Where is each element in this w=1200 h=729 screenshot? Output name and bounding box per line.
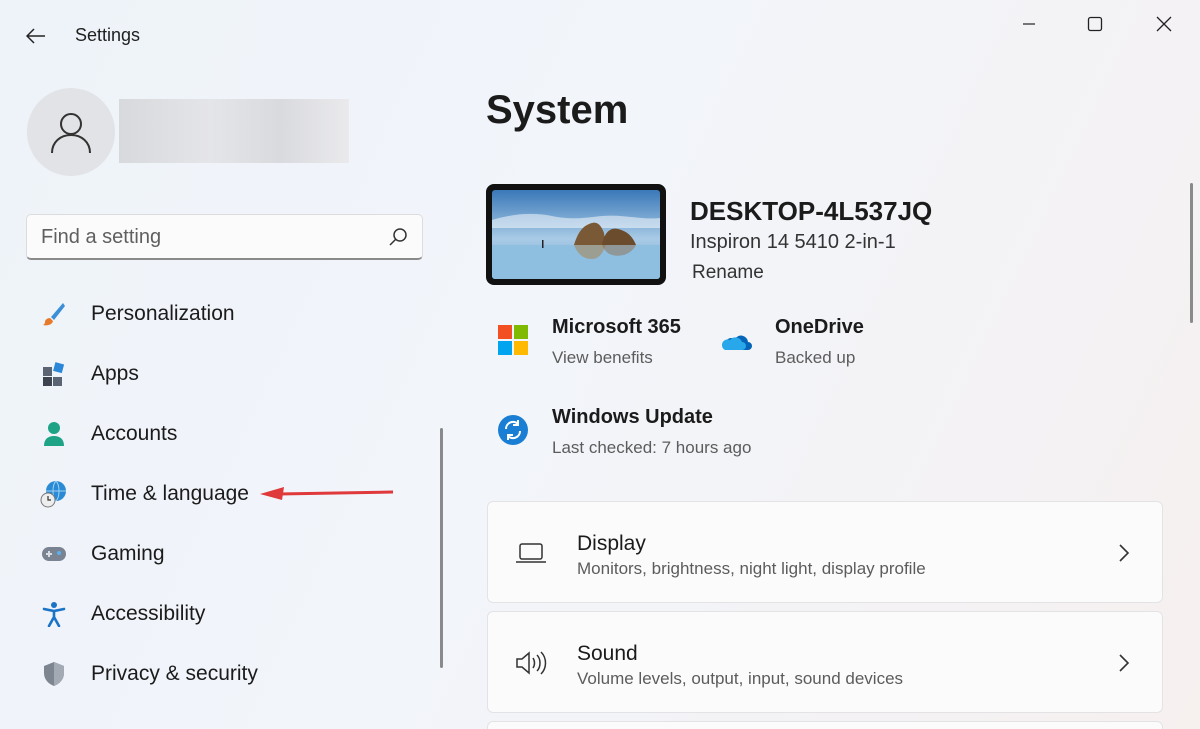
- sidebar-item-label: Accessibility: [91, 602, 206, 625]
- sidebar-item-apps[interactable]: Apps: [30, 348, 430, 400]
- windows-update-tile[interactable]: Windows Update Last checked: 7 hours ago: [496, 400, 796, 460]
- device-name: DESKTOP-4L537JQ: [690, 196, 933, 226]
- sidebar-item-label: Personalization: [91, 302, 235, 325]
- onedrive-tile[interactable]: OneDrive Backed up: [718, 310, 918, 370]
- sidebar-item-accessibility[interactable]: Accessibility: [30, 588, 430, 640]
- sidebar-item-privacy-security[interactable]: Privacy & security: [30, 648, 430, 700]
- card-title: Sound: [577, 642, 638, 665]
- rename-link[interactable]: Rename: [692, 262, 764, 284]
- sidebar-item-label: Accounts: [91, 422, 178, 445]
- sidebar-item-label: Gaming: [91, 542, 165, 565]
- card-subtitle: Volume levels, output, input, sound devi…: [577, 669, 904, 688]
- sidebar-item-personalization[interactable]: Personalization: [30, 288, 430, 340]
- device-model: Inspiron 14 5410 2-in-1: [690, 231, 896, 253]
- brush-icon: [40, 300, 68, 328]
- close-icon: [1156, 16, 1172, 32]
- chevron-right-icon: [1119, 544, 1130, 562]
- card-subtitle: Monitors, brightness, night light, displ…: [577, 559, 926, 578]
- update-icon: [498, 415, 528, 445]
- sidebar-item-gaming[interactable]: Gaming: [30, 528, 430, 580]
- annotation-arrow: [260, 487, 394, 500]
- sidebar-item-label: Privacy & security: [91, 662, 258, 685]
- sidebar-item-label: Apps: [91, 362, 139, 385]
- minimize-icon: [1023, 23, 1035, 25]
- apps-icon: [40, 360, 68, 388]
- shield-icon: [40, 660, 68, 688]
- user-icon: [51, 113, 91, 154]
- back-button[interactable]: [20, 22, 52, 50]
- maximize-icon: [1087, 16, 1103, 32]
- next-settings-card[interactable]: [487, 721, 1163, 729]
- search-input[interactable]: [41, 223, 371, 251]
- tile-title: OneDrive: [775, 316, 864, 338]
- globe-clock-icon: [40, 480, 68, 508]
- maximize-button[interactable]: [1072, 8, 1118, 40]
- device-wallpaper-thumbnail: [486, 184, 666, 285]
- back-arrow-icon: [26, 28, 45, 44]
- sidebar-item-label: Time & language: [91, 482, 249, 505]
- redacted-user-name: [119, 99, 349, 163]
- tile-subtitle: Last checked: 7 hours ago: [552, 438, 752, 457]
- tile-subtitle: Backed up: [775, 348, 856, 367]
- cloud-icon: [721, 335, 752, 350]
- tile-title: Windows Update: [552, 406, 713, 428]
- close-button[interactable]: [1141, 8, 1187, 40]
- card-title: Display: [577, 532, 646, 555]
- speaker-icon: [514, 646, 548, 680]
- main-scrollbar[interactable]: [1190, 183, 1193, 323]
- display-settings-card[interactable]: Display Monitors, brightness, night ligh…: [487, 501, 1163, 603]
- microsoft-logo-icon: [498, 325, 528, 355]
- avatar[interactable]: [27, 88, 115, 176]
- sidebar-scrollbar[interactable]: [440, 428, 443, 668]
- tile-title: Microsoft 365: [552, 316, 681, 338]
- gamepad-icon: [40, 540, 68, 568]
- laptop-icon: [514, 536, 548, 570]
- tile-subtitle: View benefits: [552, 348, 653, 367]
- minimize-button[interactable]: [1006, 8, 1052, 40]
- page-title: System: [486, 88, 629, 132]
- sound-settings-card[interactable]: Sound Volume levels, output, input, soun…: [487, 611, 1163, 713]
- sidebar-item-accounts[interactable]: Accounts: [30, 408, 430, 460]
- search-box[interactable]: [26, 214, 423, 260]
- chevron-right-icon: [1119, 654, 1130, 672]
- search-icon[interactable]: [388, 227, 408, 247]
- microsoft-365-tile[interactable]: Microsoft 365 View benefits: [496, 310, 706, 370]
- person-icon: [40, 420, 68, 448]
- accessibility-icon: [40, 600, 68, 628]
- window-title: Settings: [75, 25, 141, 45]
